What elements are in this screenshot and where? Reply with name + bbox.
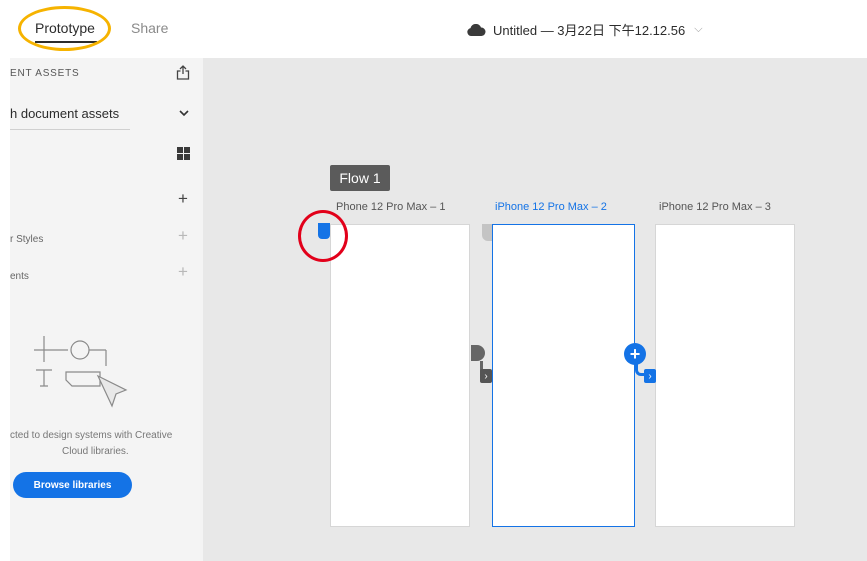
- chevron-down-icon[interactable]: [179, 106, 189, 120]
- artboard[interactable]: [330, 224, 470, 527]
- artboard-title[interactable]: iPhone 12 Pro Max – 3: [659, 201, 771, 213]
- artboard-title[interactable]: iPhone 12 Pro Max – 2: [495, 201, 607, 213]
- flow-label[interactable]: Flow 1: [330, 165, 390, 191]
- annotation-highlight-ellipse: [18, 6, 111, 51]
- document-title-menu[interactable]: Untitled — 3月22日 下午12.12.56 ⌵: [466, 20, 703, 39]
- document-title: Untitled — 3月22日 下午12.12.56: [493, 23, 686, 38]
- grid-view-icon[interactable]: [177, 147, 190, 160]
- assets-filter-dropdown[interactable]: h document assets: [10, 106, 119, 121]
- add-component-button[interactable]: +: [178, 262, 188, 282]
- components-label: ents: [10, 271, 29, 282]
- share-upload-icon[interactable]: [176, 65, 190, 85]
- artboard-selected[interactable]: [492, 224, 635, 527]
- empty-text-line-1: cted to design systems with Creative: [10, 430, 173, 441]
- tab-share[interactable]: Share: [131, 20, 168, 36]
- panel-header: ENT ASSETS: [10, 68, 80, 79]
- dropdown-underline: [10, 129, 130, 130]
- flow-start-tab[interactable]: [482, 224, 492, 241]
- link-arrow-icon[interactable]: ›: [480, 369, 492, 383]
- character-styles-label: r Styles: [10, 234, 44, 245]
- assets-panel: ENT ASSETS h document assets + r Styles …: [10, 58, 203, 561]
- link-arrow-icon[interactable]: ›: [644, 369, 656, 383]
- browse-libraries-button[interactable]: Browse libraries: [13, 472, 132, 498]
- libraries-empty-text: cted to design systems with Creative Clo…: [10, 428, 203, 460]
- chevron-down-icon[interactable]: ⌵: [694, 23, 702, 36]
- artboard-title[interactable]: Phone 12 Pro Max – 1: [336, 201, 445, 213]
- libraries-illustration-icon: [32, 328, 128, 415]
- annotation-highlight-circle: [298, 210, 348, 262]
- add-character-style-button[interactable]: +: [178, 226, 188, 246]
- artboard[interactable]: [655, 224, 795, 527]
- top-bar: Prototype Share Untitled — 3月22日 下午12.12…: [0, 0, 867, 58]
- cloud-icon: [466, 23, 486, 36]
- empty-text-line-2: Cloud libraries.: [62, 446, 129, 457]
- add-colors-button[interactable]: +: [178, 189, 188, 209]
